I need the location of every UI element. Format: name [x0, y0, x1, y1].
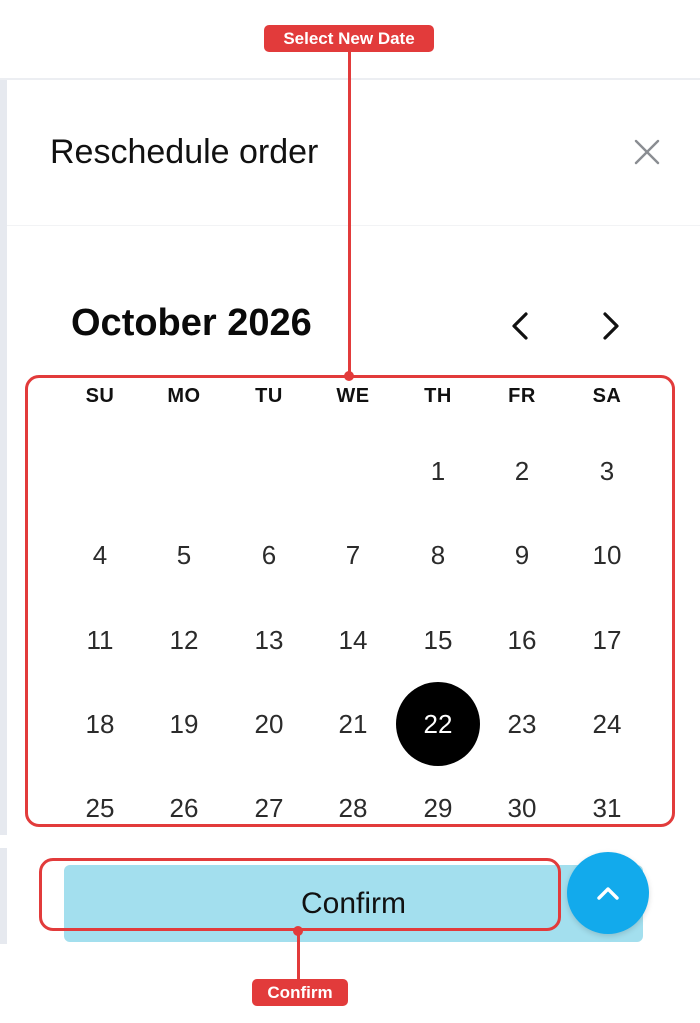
weekday-label: SU: [85, 385, 115, 407]
calendar-day[interactable]: 7: [311, 513, 395, 597]
calendar-day[interactable]: 17: [565, 598, 649, 682]
calendar-day[interactable]: 5: [142, 513, 226, 597]
chevron-left-icon: [512, 312, 528, 340]
calendar-day[interactable]: 25: [58, 766, 142, 850]
page-edge-bottom: [0, 848, 7, 944]
scroll-top-button[interactable]: [567, 852, 649, 934]
reschedule-modal: Reschedule order October 2026 SU MO TU WE TH…: [7, 80, 700, 835]
calendar-day[interactable]: 12: [142, 598, 226, 682]
calendar-day[interactable]: 18: [58, 682, 142, 766]
calendar-day[interactable]: 30: [480, 766, 564, 850]
chevron-right-icon: [603, 312, 619, 340]
calendar-day[interactable]: 6: [227, 513, 311, 597]
calendar-day[interactable]: 31: [565, 766, 649, 850]
weekday-label: FR: [508, 385, 536, 407]
month-label: October 2026: [71, 302, 312, 344]
weekday-label: MO: [167, 385, 201, 407]
calendar-day[interactable]: 2: [480, 429, 564, 513]
calendar-day[interactable]: 23: [480, 682, 564, 766]
modal-title: Reschedule order: [50, 133, 319, 171]
calendar-day[interactable]: 13: [227, 598, 311, 682]
weekday-label: TU: [255, 385, 283, 407]
calendar-day[interactable]: 21: [311, 682, 395, 766]
calendar-day[interactable]: 19: [142, 682, 226, 766]
annotation-confirm-label: Confirm: [252, 979, 348, 1006]
annotation-confirm-dot: [293, 926, 303, 936]
calendar-day[interactable]: 10: [565, 513, 649, 597]
calendar-day[interactable]: 26: [142, 766, 226, 850]
calendar-day[interactable]: 29: [396, 766, 480, 850]
calendar-day[interactable]: 16: [480, 598, 564, 682]
weekday-label: TH: [424, 385, 452, 407]
prev-month-button[interactable]: [499, 304, 543, 348]
calendar-day[interactable]: 28: [311, 766, 395, 850]
next-month-button[interactable]: [588, 304, 632, 348]
calendar-day[interactable]: 9: [480, 513, 564, 597]
calendar-day[interactable]: 11: [58, 598, 142, 682]
confirm-button[interactable]: Confirm: [64, 865, 643, 942]
calendar-day[interactable]: 4: [58, 513, 142, 597]
calendar-day[interactable]: 3: [565, 429, 649, 513]
calendar-day[interactable]: 1: [396, 429, 480, 513]
weekday-label: WE: [336, 385, 370, 407]
calendar-day-selected[interactable]: 22: [396, 682, 480, 766]
annotation-calendar-label: Select New Date: [264, 25, 434, 52]
calendar-day[interactable]: 20: [227, 682, 311, 766]
close-icon: [634, 139, 660, 165]
close-button[interactable]: [625, 130, 669, 174]
calendar-day[interactable]: 24: [565, 682, 649, 766]
chevron-up-icon: [597, 887, 619, 900]
annotation-calendar-dot: [344, 371, 354, 381]
modal-header: Reschedule order: [7, 80, 700, 226]
calendar-day[interactable]: 14: [311, 598, 395, 682]
calendar-day[interactable]: 8: [396, 513, 480, 597]
page-edge: [0, 80, 7, 835]
calendar-day[interactable]: 15: [396, 598, 480, 682]
weekday-label: SA: [592, 385, 622, 407]
calendar-day[interactable]: 27: [227, 766, 311, 850]
